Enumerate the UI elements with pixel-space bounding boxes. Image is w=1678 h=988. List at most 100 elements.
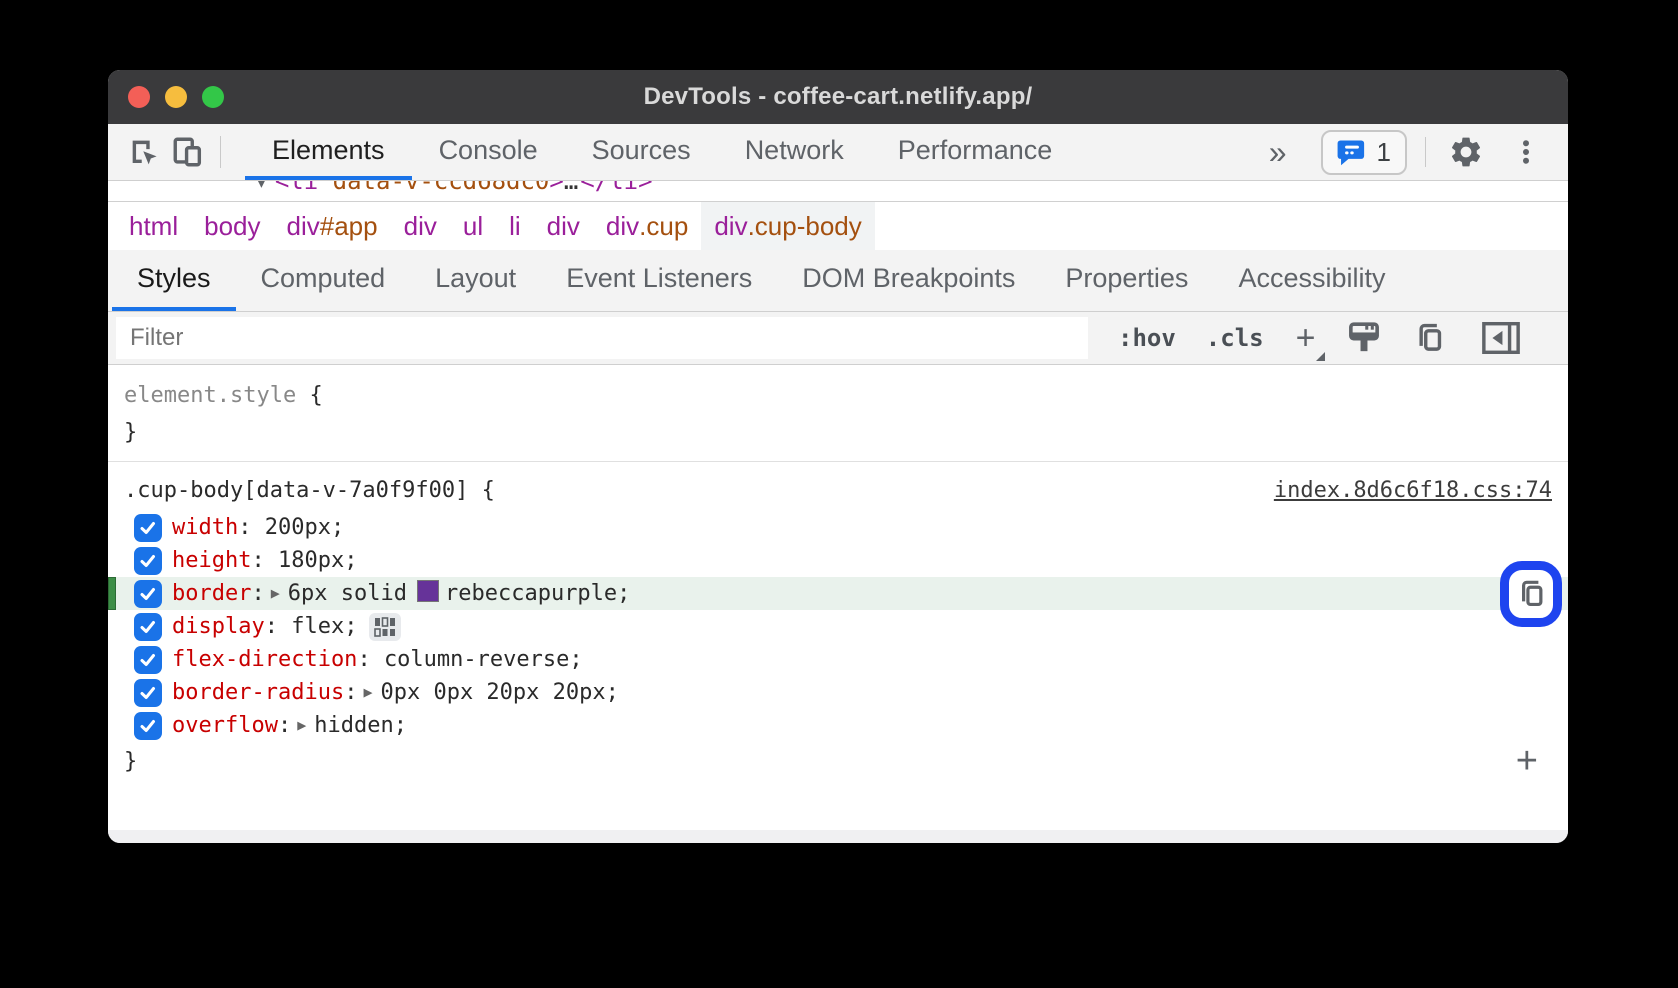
toggle-device-toolbar-icon[interactable]: [166, 124, 210, 180]
property-checkbox[interactable]: [134, 646, 162, 674]
styles-pane: element.style { } .cup-body[data-v-7a0f9…: [108, 365, 1568, 830]
property-colon: :: [251, 581, 264, 606]
element-style-selector: element.style: [124, 383, 296, 408]
expand-shorthand-icon[interactable]: ▶: [271, 584, 280, 602]
tab-console[interactable]: Console: [412, 124, 565, 180]
settings-gear-icon[interactable]: [1444, 134, 1488, 170]
element-classes-button[interactable]: .cls: [1206, 324, 1264, 352]
panel-tab-properties[interactable]: Properties: [1040, 250, 1213, 311]
flex-editor-icon[interactable]: [369, 613, 401, 641]
copy-declaration-button-highlighted[interactable]: [1500, 561, 1562, 627]
dom-token-dots: …: [564, 181, 580, 195]
tab-elements[interactable]: Elements: [245, 124, 412, 180]
breadcrumb-item-div-cup[interactable]: div.cup: [593, 202, 701, 250]
breadcrumb-item-div-app[interactable]: div#app: [274, 202, 391, 250]
property-value: 180px;: [278, 548, 357, 573]
issues-chat-icon: [1337, 137, 1367, 167]
toolbar-divider: [220, 136, 221, 168]
property-value: 6px solid: [288, 581, 407, 606]
element-style-section[interactable]: element.style { }: [108, 365, 1568, 461]
breadcrumb-item-div[interactable]: div: [534, 202, 593, 250]
issues-count: 1: [1377, 137, 1391, 168]
more-tabs-icon[interactable]: »: [1269, 134, 1287, 171]
breadcrumb-item-ul[interactable]: ul: [450, 202, 496, 250]
dom-tree-clipped-row[interactable]: ▾<li data-v-ccd68dc0>…</li>: [108, 181, 1568, 201]
css-property-row-overflow[interactable]: overflow: ▶ hidden;: [108, 709, 1568, 742]
css-rule-cup-body: .cup-body[data-v-7a0f9f00] { index.8d6c6…: [108, 462, 1568, 780]
breadcrumb-item-div-cup-body[interactable]: div.cup-body: [701, 202, 874, 250]
property-colon: :: [357, 647, 370, 672]
color-swatch[interactable]: [417, 580, 439, 602]
crumb-suffix: .cup-body: [748, 211, 862, 242]
css-property-row-width[interactable]: width: 200px;: [108, 511, 1568, 544]
breadcrumb-item-body[interactable]: body: [191, 202, 273, 250]
crumb-tag-name: html: [129, 211, 178, 242]
toggle-sidebar-panel-icon[interactable]: [1481, 320, 1521, 356]
close-window-button[interactable]: [128, 86, 150, 108]
tab-performance[interactable]: Performance: [871, 124, 1080, 180]
property-name: width: [172, 515, 238, 540]
css-property-row-border[interactable]: border:▶6px solidrebeccapurple;: [108, 577, 1568, 610]
breadcrumb-item-div[interactable]: div: [391, 202, 450, 250]
property-value: hidden;: [314, 713, 407, 738]
stylesheet-source-link[interactable]: index.8d6c6f18.css:74: [1274, 472, 1552, 509]
property-name: overflow: [172, 713, 278, 738]
tab-network[interactable]: Network: [718, 124, 871, 180]
panel-tab-event-listeners[interactable]: Event Listeners: [541, 250, 777, 311]
breadcrumb-item-html[interactable]: html: [116, 202, 191, 250]
css-property-row-flex-direction[interactable]: flex-direction: column-reverse;: [108, 643, 1568, 676]
crumb-tag-name: div: [287, 211, 320, 242]
minimize-window-button[interactable]: [165, 86, 187, 108]
toolbar-divider: [1425, 137, 1426, 167]
issues-counter-button[interactable]: 1: [1321, 130, 1407, 175]
horizontal-scrollbar-track[interactable]: [108, 830, 1568, 843]
property-checkbox[interactable]: [134, 580, 162, 608]
zoom-window-button[interactable]: [202, 86, 224, 108]
rendering-brush-icon[interactable]: [1347, 320, 1381, 356]
toggle-element-state-button[interactable]: :hov: [1118, 324, 1176, 352]
rule-selector[interactable]: .cup-body[data-v-7a0f9f00] {: [124, 472, 495, 509]
new-style-rule-button[interactable]: +: [1296, 321, 1316, 355]
css-property-row-display[interactable]: display: flex;: [108, 610, 1568, 643]
expand-shorthand-icon[interactable]: ▶: [297, 716, 306, 734]
dom-token-tag: >: [549, 181, 563, 195]
panel-tab-dom-breakpoints[interactable]: DOM Breakpoints: [777, 250, 1040, 311]
tab-sources[interactable]: Sources: [565, 124, 718, 180]
window-title: DevTools - coffee-cart.netlify.app/: [644, 83, 1033, 111]
breadcrumb-item-li[interactable]: li: [496, 202, 534, 250]
panel-tab-accessibility[interactable]: Accessibility: [1213, 250, 1410, 311]
copy-styles-icon[interactable]: [1413, 321, 1445, 355]
styles-filter-toolbar: :hov .cls +: [108, 312, 1568, 365]
rule-close-brace: }: [124, 743, 137, 780]
property-value: 0px 0px 20px 20px;: [380, 680, 618, 705]
crumb-tag-name: div: [547, 211, 580, 242]
panel-tab-layout[interactable]: Layout: [410, 250, 541, 311]
inspect-element-icon[interactable]: [122, 124, 166, 180]
dom-token-tag: <li: [275, 181, 333, 195]
property-colon: :: [278, 713, 291, 738]
property-checkbox[interactable]: [134, 514, 162, 542]
insert-style-rule-button[interactable]: +: [1516, 742, 1538, 780]
devtools-window: DevTools - coffee-cart.netlify.app/ Elem…: [108, 70, 1568, 843]
kebab-menu-icon[interactable]: [1504, 135, 1548, 169]
crumb-suffix: #app: [320, 211, 378, 242]
crumb-tag-name: div: [606, 211, 639, 242]
style-filter-input[interactable]: [116, 317, 1088, 359]
property-checkbox[interactable]: [134, 712, 162, 740]
property-checkbox[interactable]: [134, 679, 162, 707]
property-checkbox[interactable]: [134, 547, 162, 575]
property-name: border-radius: [172, 680, 344, 705]
property-checkbox[interactable]: [134, 613, 162, 641]
property-colon: :: [238, 515, 251, 540]
panel-tab-computed[interactable]: Computed: [236, 250, 411, 311]
property-name: height: [172, 548, 251, 573]
expand-caret-icon[interactable]: ▾: [256, 181, 267, 194]
panel-tab-styles[interactable]: Styles: [112, 250, 236, 311]
property-colon: :: [265, 614, 278, 639]
breadcrumb: htmlbodydiv#appdivullidivdiv.cupdiv.cup-…: [108, 201, 1568, 250]
css-property-row-height[interactable]: height: 180px;: [108, 544, 1568, 577]
dom-token-tag: </li>: [580, 181, 652, 195]
property-colon: :: [344, 680, 357, 705]
expand-shorthand-icon[interactable]: ▶: [363, 683, 372, 701]
css-property-row-border-radius[interactable]: border-radius: ▶ 0px 0px 20px 20px;: [108, 676, 1568, 709]
